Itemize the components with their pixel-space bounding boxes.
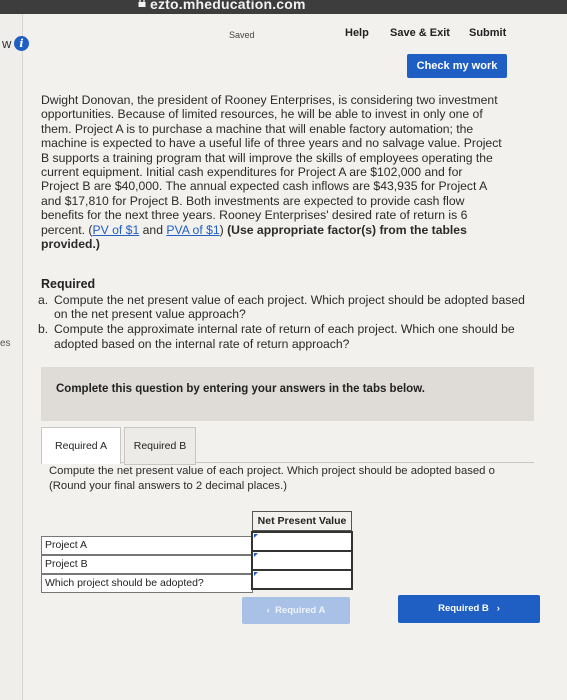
problem-line: them. Project A is to purchase a machine… (41, 121, 474, 136)
npv-column-header: Net Present Value (252, 511, 352, 531)
save-exit-link[interactable]: Save & Exit (390, 27, 450, 39)
row-label-adopted: Which project should be adopted? (41, 574, 253, 593)
problem-text: Dwight Donovan, the president of Rooney … (41, 93, 521, 251)
requirement-a: a. Compute the net present value of each… (38, 293, 525, 322)
prev-required-a-button[interactable]: ‹ Required A (242, 597, 350, 624)
npv-input-project-b[interactable] (251, 550, 353, 571)
problem-line: B supports a training program that will … (41, 150, 493, 165)
tab-instructions: Compute the net present value of each pr… (49, 465, 495, 492)
required-heading: Required (41, 277, 96, 291)
pv-of-1-link[interactable]: PV of $1 (92, 223, 139, 237)
instruction-banner: Complete this question by entering your … (41, 367, 534, 421)
check-my-work-button[interactable]: Check my work (407, 54, 507, 78)
adopted-project-select[interactable] (251, 569, 353, 590)
requirements-list: a. Compute the net present value of each… (38, 293, 528, 352)
problem-line: benefits for the next three years. Roone… (41, 208, 468, 223)
requirement-b: b. Compute the approximate internal rate… (38, 322, 515, 351)
problem-line: Dwight Donovan, the president of Rooney … (41, 93, 498, 107)
chevron-left-icon: ‹ (266, 605, 276, 616)
problem-line: Project B are $40,000. The annual expect… (41, 179, 488, 194)
left-strip (0, 14, 23, 700)
tab-required-a[interactable]: Required A (41, 427, 121, 464)
browser-bar: ezto.mheducation.com (0, 0, 567, 14)
tab-required-b[interactable]: Required B (124, 427, 196, 465)
left-strip-text-mid: es (0, 338, 11, 349)
table-instruction-cont: provided.) (41, 237, 100, 252)
problem-line: current equipment. Initial cash expendit… (41, 165, 463, 180)
problem-line: and $17,810 for Project B. Both investme… (41, 193, 465, 208)
chevron-right-icon: › (488, 603, 500, 614)
saved-status: Saved (229, 30, 255, 40)
url-text: ezto.mheducation.com (150, 0, 306, 12)
problem-line: machine is expected to have a useful lif… (41, 136, 502, 151)
submit-link[interactable]: Submit (469, 27, 506, 39)
left-strip-text: w (2, 36, 12, 51)
next-required-b-button[interactable]: Required B › (398, 595, 540, 623)
pva-of-1-link[interactable]: PVA of $1 (166, 223, 219, 237)
table-instruction: (Use appropriate factor(s) from the tabl… (223, 222, 467, 237)
row-label-project-b: Project B (41, 555, 253, 574)
row-label-project-a: Project A (41, 536, 253, 555)
info-icon[interactable]: i (14, 36, 29, 51)
problem-line: opportunities. Because of limited resour… (41, 107, 483, 122)
lock-icon (138, 0, 146, 7)
help-link[interactable]: Help (345, 27, 369, 39)
npv-input-project-a[interactable] (251, 531, 353, 552)
